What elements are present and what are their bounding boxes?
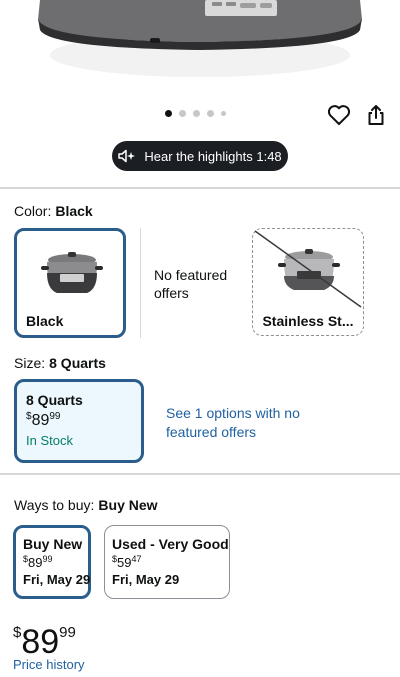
buy-option-price: $8999 (23, 554, 81, 570)
pagination-dot[interactable] (165, 110, 172, 117)
price-history-link[interactable]: Price history (13, 657, 85, 672)
color-option-name: Stainless St... (262, 313, 354, 329)
share-icon[interactable] (364, 103, 388, 127)
product-image[interactable] (0, 0, 400, 98)
pagination-dot[interactable] (207, 110, 214, 117)
vertical-divider (140, 228, 141, 338)
image-pagination[interactable] (165, 110, 226, 117)
no-featured-offers-text: No featured offers (154, 267, 228, 301)
pagination-dot[interactable] (179, 110, 186, 117)
pagination-dot[interactable] (193, 110, 200, 117)
buy-new-option[interactable]: Buy New $8999 Fri, May 29 (13, 525, 91, 599)
price-whole: 89 (28, 555, 43, 570)
delivery-date: Fri, May 29 (112, 572, 180, 587)
buy-option-price: $5947 (112, 554, 222, 570)
ways-label: Ways to buy: (14, 497, 95, 513)
pagination-dot[interactable] (221, 111, 226, 116)
size-option-name: 8 Quarts (26, 392, 83, 408)
size-row-label: Size: 8 Quarts (14, 355, 106, 371)
price-whole: 59 (117, 555, 132, 570)
color-row-label: Color: Black (14, 203, 93, 219)
slow-cooker-black-thumbnail (41, 252, 103, 293)
see-options-link[interactable]: See 1 options with no featured offers (166, 404, 306, 442)
color-option-name: Black (26, 313, 64, 329)
color-label: Color: (14, 203, 52, 219)
ways-selected-value: Buy New (98, 497, 158, 513)
price-fraction: 99 (59, 624, 76, 641)
stock-status: In Stock (26, 433, 73, 448)
section-divider (0, 187, 400, 189)
color-selected-value: Black (55, 203, 93, 219)
ways-to-buy-label: Ways to buy: Buy New (14, 497, 158, 513)
hear-highlights-button[interactable]: Hear the highlights 1:48 (112, 141, 288, 171)
price-fraction: 47 (131, 554, 142, 564)
hear-highlights-label: Hear the highlights 1:48 (144, 148, 282, 164)
main-price: $8999 (13, 613, 76, 662)
price-whole: 89 (21, 623, 60, 661)
price-fraction: 99 (42, 554, 53, 564)
speaker-icon (118, 149, 136, 163)
size-selected-value: 8 Quarts (49, 355, 106, 371)
slow-cooker-image (38, 0, 362, 77)
size-option-8-quarts[interactable]: 8 Quarts $8999 In Stock (14, 379, 144, 463)
buy-option-title: Used - Very Good (112, 536, 229, 552)
unavailable-strike-icon (254, 230, 362, 308)
color-option-stainless[interactable]: Stainless St... (252, 228, 364, 336)
used-very-good-option[interactable]: Used - Very Good $5947 Fri, May 29 (104, 525, 230, 599)
color-option-black[interactable]: Black (14, 228, 126, 338)
price-fraction: 99 (49, 411, 61, 422)
size-option-price: $8999 (26, 411, 132, 430)
price-whole: 89 (31, 412, 50, 429)
heart-icon[interactable] (327, 104, 351, 126)
section-divider (0, 473, 400, 475)
buy-option-title: Buy New (23, 536, 83, 552)
delivery-date: Fri, May 29 (23, 572, 91, 587)
size-label: Size: (14, 355, 46, 371)
